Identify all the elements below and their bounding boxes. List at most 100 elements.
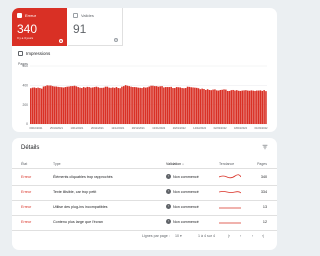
chart-bar	[84, 87, 87, 124]
table-row[interactable]: Erreur Contenu plus large que l'écran ! N…	[12, 216, 277, 230]
valid-checkbox[interactable]	[73, 13, 78, 18]
first-page-icon[interactable]: |‹	[228, 234, 230, 238]
dropdown-arrow-icon: ▾	[180, 234, 182, 238]
valid-tile[interactable]: Valides 91 ?	[68, 8, 123, 46]
chart-bar	[246, 90, 249, 124]
impressions-checkbox[interactable]	[18, 51, 23, 56]
table-row[interactable]: Erreur Texte illisible, car trop petit !…	[12, 186, 277, 200]
chart-bar	[31, 87, 34, 124]
rows-per-page-value: 10	[175, 234, 179, 238]
chart-bar	[174, 88, 176, 124]
table-row[interactable]: Erreur Utilise des plug-ins incompatible…	[12, 201, 277, 215]
x-tick-label: 25/10/2021	[50, 126, 64, 130]
x-tick-label: 02/03/2022	[214, 126, 228, 130]
error-checkbox[interactable]	[17, 13, 22, 18]
row-validation: ! Non commencé	[166, 189, 199, 194]
rows-per-page-label: Lignes par page :	[142, 234, 170, 238]
chart-bar	[188, 86, 191, 124]
row-type: Utilise des plug-ins incompatibles	[53, 205, 108, 209]
info-icon: !	[166, 219, 171, 224]
chart-bar	[59, 87, 61, 124]
chart-bar	[168, 87, 171, 124]
row-pages: 13	[262, 205, 267, 209]
x-tick-label: 12/12/2021	[111, 126, 125, 130]
chart-bar	[177, 87, 180, 124]
chart-bar	[110, 87, 112, 124]
x-tick-label: 29/01/2022	[173, 126, 187, 130]
row-state: Erreur	[21, 205, 32, 209]
chart-bar	[239, 90, 242, 124]
chart-bar	[50, 85, 52, 124]
chart-bar	[81, 88, 83, 124]
page-range: 1 à 4 sur 4	[198, 234, 215, 238]
col-header-state: État	[21, 162, 28, 166]
rows-per-page-select[interactable]: 10 ▾	[175, 234, 182, 238]
chart-bar	[241, 90, 244, 124]
prev-page-icon[interactable]: ‹	[240, 234, 241, 238]
chart-bar	[113, 87, 116, 124]
chart-bar	[39, 88, 41, 124]
row-pages: 340	[260, 175, 267, 179]
chart-bar	[234, 90, 236, 124]
next-page-icon[interactable]: ›	[252, 234, 253, 238]
details-card: Détails État Type Validation ↓ Tendance …	[12, 138, 277, 250]
row-type: Texte illisible, car trop petit	[53, 190, 97, 194]
chart-bar	[121, 86, 123, 124]
chart-bar	[208, 89, 211, 124]
validation-label: Non commencé	[173, 204, 199, 209]
chart-bar	[144, 87, 147, 124]
chart-bar	[252, 90, 254, 124]
sort-arrow-icon: ↓	[182, 162, 184, 166]
validation-label: Non commencé	[173, 219, 199, 224]
filter-icon[interactable]	[262, 144, 268, 150]
chart-bar	[101, 87, 103, 124]
chart-bar	[141, 88, 143, 124]
help-icon[interactable]: ?	[114, 38, 118, 42]
chart-bar	[35, 88, 38, 124]
divider	[12, 230, 277, 231]
chart-bar	[95, 86, 98, 124]
last-page-icon[interactable]: ›|	[262, 234, 264, 238]
chart-bar	[163, 87, 165, 124]
trend-sparkline	[219, 222, 241, 224]
chart-bar	[79, 87, 81, 124]
chart-bar	[150, 85, 152, 124]
chart-bar	[221, 89, 223, 124]
chart-bar	[42, 86, 45, 124]
chart-bar	[205, 89, 207, 124]
col-header-pages: Pages	[257, 162, 267, 166]
chart-bar	[93, 87, 96, 124]
chart-bar	[143, 87, 145, 124]
chart-bar	[214, 89, 216, 124]
chart-bar	[137, 87, 140, 124]
col-header-validation[interactable]: Validation ↓	[166, 162, 184, 166]
chart-bar	[237, 90, 240, 124]
chart-bar	[90, 87, 92, 124]
impressions-toggle[interactable]: Impressions	[18, 51, 50, 56]
chart-bar	[152, 85, 154, 124]
y-tick-label: 400	[22, 84, 28, 88]
x-tick-label: 26/11/2021	[91, 126, 104, 130]
chart-bar	[225, 89, 227, 124]
help-icon[interactable]: ?	[59, 39, 63, 43]
table-row[interactable]: Erreur Éléments cliquables trop rapproch…	[12, 171, 277, 185]
chart-bar	[206, 89, 209, 124]
validation-header-label: Validation	[166, 162, 182, 166]
valid-tile-value: 91	[73, 22, 87, 36]
row-state: Erreur	[21, 190, 32, 194]
chart-bar	[126, 85, 129, 124]
chart-bar	[175, 87, 178, 124]
chart-bar	[106, 86, 109, 124]
col-header-trend: Tendance	[219, 162, 235, 166]
chart-bar	[236, 90, 238, 124]
x-tick-label: 13/01/2022	[152, 126, 166, 130]
chart-bar	[117, 88, 120, 124]
chart-bar	[203, 89, 205, 124]
chart-bar	[223, 89, 225, 124]
error-tile[interactable]: Erreur 340 Il y a 3 jours ?	[12, 8, 67, 46]
chart-bar	[128, 86, 130, 124]
chart-bar	[130, 86, 132, 124]
chart-bar	[139, 87, 141, 124]
trend-sparkline	[219, 191, 241, 194]
chart-bar	[250, 90, 253, 124]
